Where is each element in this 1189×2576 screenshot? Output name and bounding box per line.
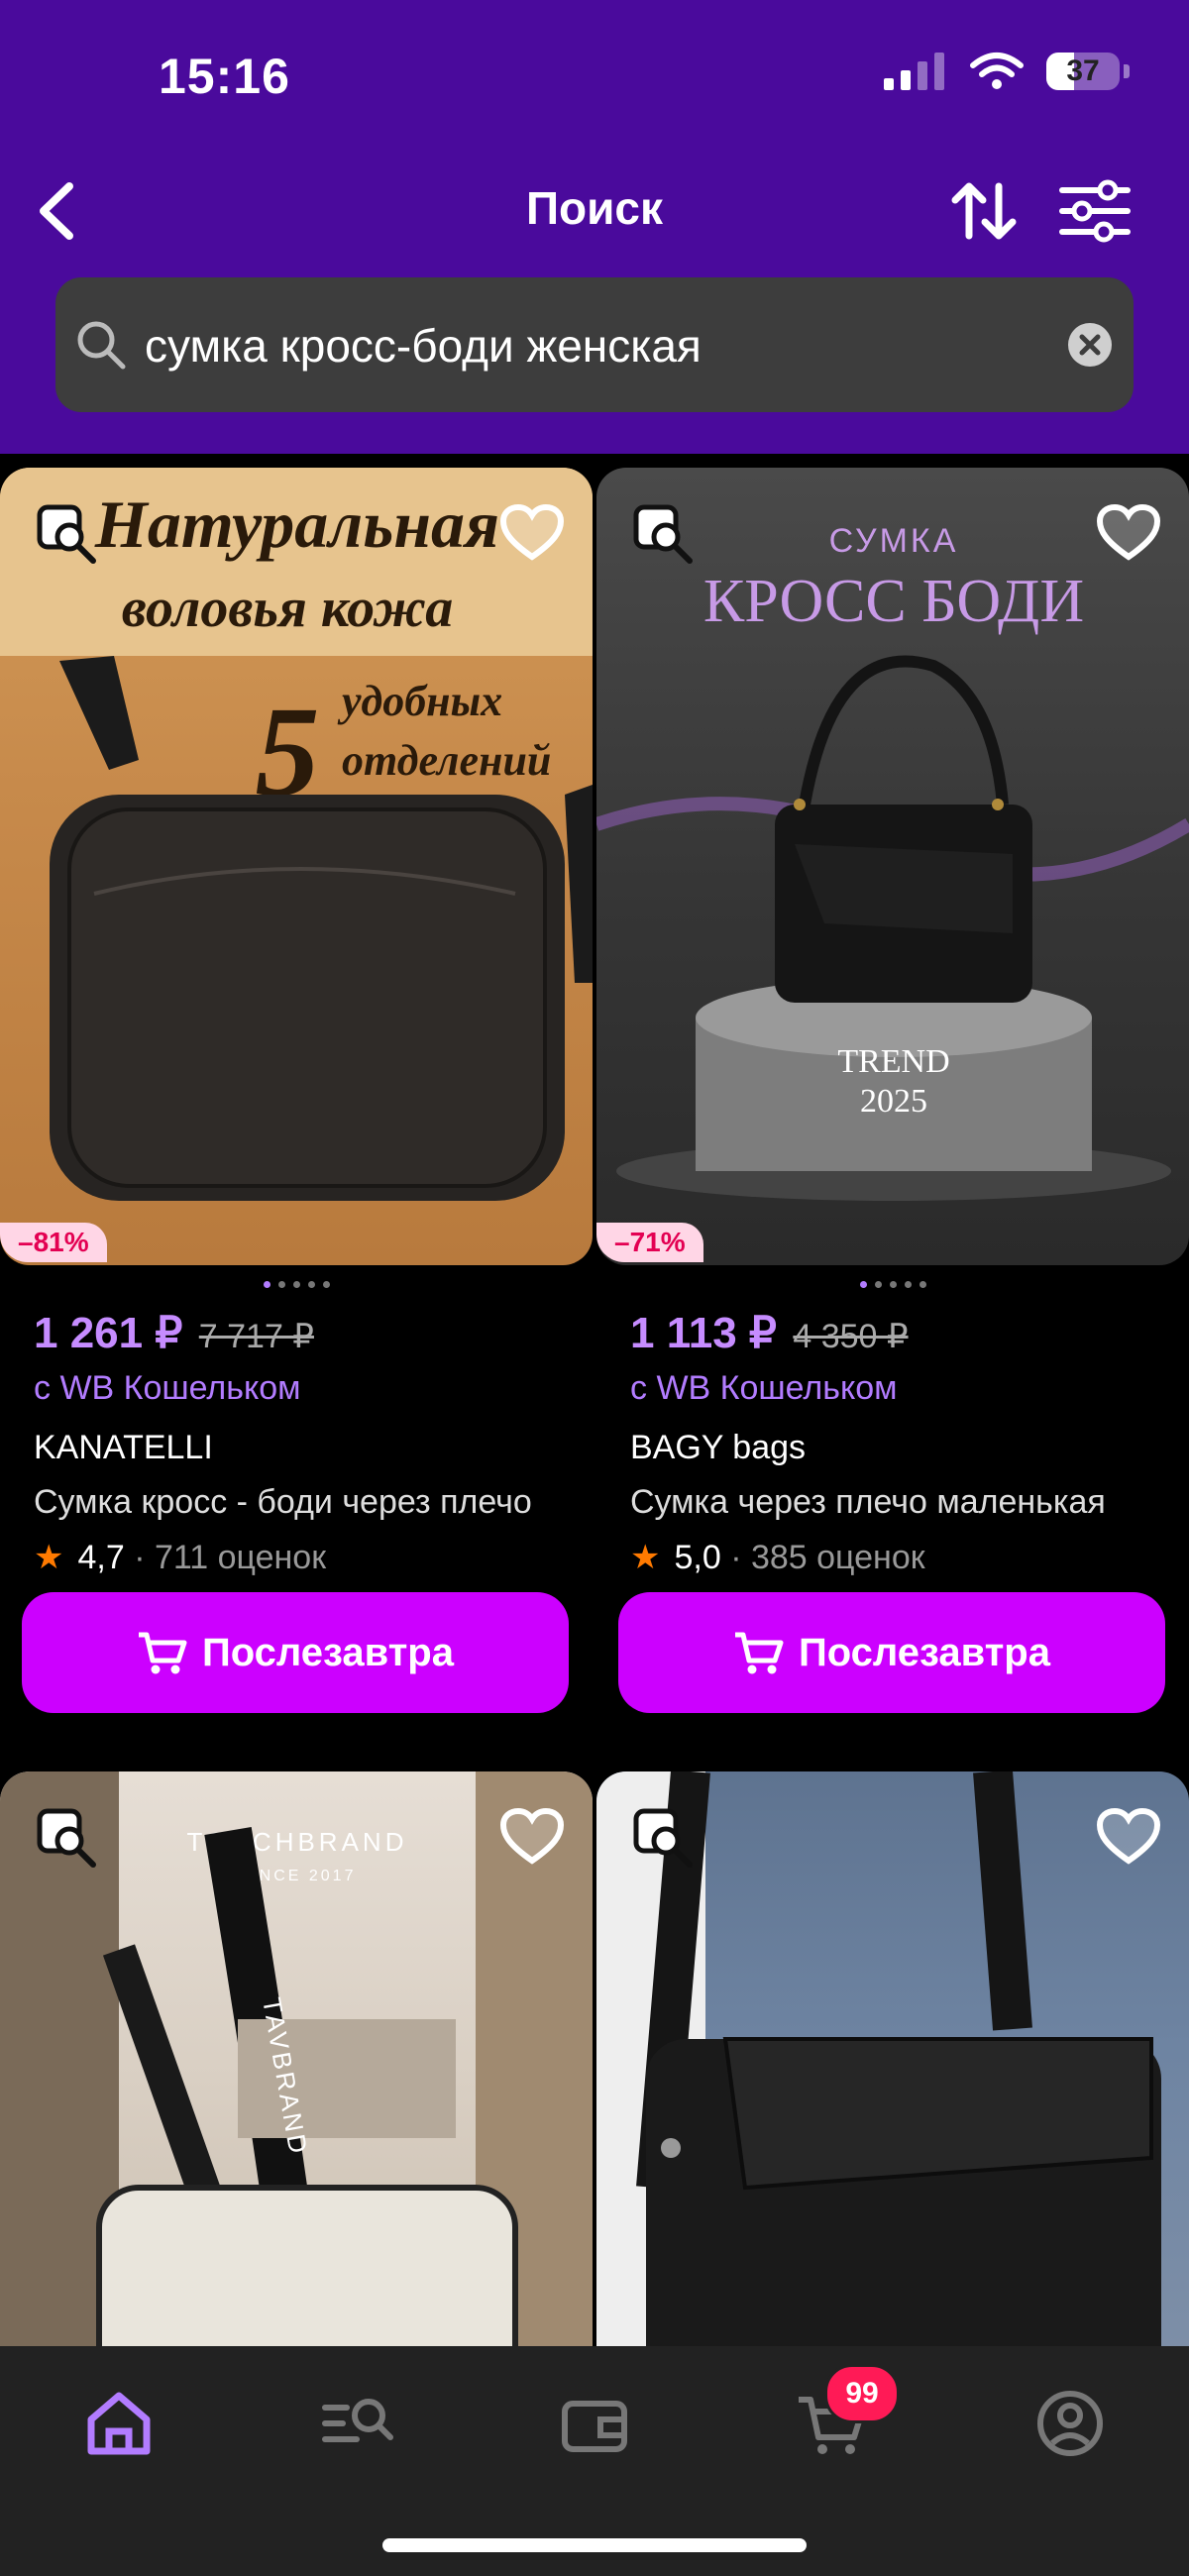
wallet-label: с WB Кошельком xyxy=(630,1369,898,1407)
cart-count-badge: 99 xyxy=(824,2364,900,2423)
review-count: · 385 оценок xyxy=(730,1539,925,1576)
wifi-icon xyxy=(970,53,1024,89)
sort-icon[interactable] xyxy=(949,176,1019,246)
wallet-icon[interactable] xyxy=(555,2384,634,2463)
product-card[interactable]: Натуральная воловья кожа 5 удобных отдел… xyxy=(0,468,593,1746)
product-image[interactable] xyxy=(596,1771,1189,2386)
product-image[interactable]: Натуральная воловья кожа 5 удобных отдел… xyxy=(0,468,593,1265)
image-search-icon[interactable] xyxy=(36,503,99,567)
svg-text:воловья кожа: воловья кожа xyxy=(122,578,454,639)
discount-badge: –71% xyxy=(596,1223,703,1262)
status-icons: 37 xyxy=(884,52,1130,91)
home-indicator xyxy=(382,2538,807,2552)
cart-icon xyxy=(735,1632,784,1674)
product-photo: Натуральная воловья кожа 5 удобных отдел… xyxy=(0,468,593,1201)
svg-text:отделений: отделений xyxy=(342,736,551,785)
search-input[interactable] xyxy=(143,277,1038,414)
product-name: Сумка через плечо маленькая xyxy=(630,1483,1106,1521)
heart-icon[interactable] xyxy=(1096,1807,1161,1867)
product-card[interactable]: TOUCHBRAND SINCE 2017 TAVBRAND xyxy=(0,1771,593,2386)
discount-badge: –81% xyxy=(0,1223,107,1262)
home-icon[interactable] xyxy=(79,2384,159,2463)
star-icon: ★ xyxy=(630,1539,661,1576)
svg-text:СУМКА: СУМКА xyxy=(829,522,959,560)
status-time: 15:16 xyxy=(159,49,290,104)
buy-label: Послезавтра xyxy=(799,1630,1050,1674)
search-bar[interactable] xyxy=(55,277,1134,414)
image-pager-dots xyxy=(596,1275,1189,1293)
product-photo: СУМКА КРОСС БОДИ TREND 2025 xyxy=(596,522,1189,1201)
catalog-search-icon[interactable] xyxy=(317,2384,396,2463)
svg-text:удобных: удобных xyxy=(337,677,502,725)
price-row: 1 113 ₽ 4 350 ₽ xyxy=(630,1308,909,1358)
clear-icon[interactable] xyxy=(1066,321,1114,369)
svg-text:2025: 2025 xyxy=(860,1083,927,1120)
profile-icon[interactable] xyxy=(1030,2384,1110,2463)
product-card[interactable]: СУМКА КРОСС БОДИ TREND 2025 –71% 1 113 ₽… xyxy=(596,468,1189,1746)
add-to-cart-button[interactable]: Послезавтра xyxy=(618,1592,1165,1713)
image-search-icon[interactable] xyxy=(632,503,696,567)
signal-icon xyxy=(884,53,944,90)
review-count: · 711 оценок xyxy=(134,1539,327,1576)
star-icon: ★ xyxy=(34,1539,64,1576)
product-image[interactable]: СУМКА КРОСС БОДИ TREND 2025 –71% xyxy=(596,468,1189,1265)
price-row: 1 261 ₽ 7 717 ₽ xyxy=(34,1308,314,1358)
battery-indicator: 37 xyxy=(1046,53,1120,90)
heart-icon[interactable] xyxy=(499,1807,565,1867)
heart-icon[interactable] xyxy=(1096,503,1161,563)
search-icon xyxy=(77,321,126,370)
buy-label: Послезавтра xyxy=(202,1630,454,1674)
product-name: Сумка кросс - боди через плечо xyxy=(34,1483,532,1521)
image-search-icon[interactable] xyxy=(36,1807,99,1871)
rating: ★ 5,0 · 385 оценок xyxy=(630,1539,925,1576)
price: 1 113 ₽ xyxy=(630,1309,777,1357)
add-to-cart-button[interactable]: Послезавтра xyxy=(22,1592,569,1713)
brand-name: KANATELLI xyxy=(34,1429,213,1466)
brand-name: BAGY bags xyxy=(630,1429,807,1466)
svg-text:КРОСС БОДИ: КРОСС БОДИ xyxy=(703,568,1084,635)
price: 1 261 ₽ xyxy=(34,1309,183,1357)
old-price: 7 717 ₽ xyxy=(198,1318,314,1355)
filter-icon[interactable] xyxy=(1058,176,1132,246)
product-card[interactable] xyxy=(596,1771,1189,2386)
rating: ★ 4,7 · 711 оценок xyxy=(34,1539,327,1576)
image-pager-dots xyxy=(0,1275,593,1293)
cart-icon xyxy=(139,1632,187,1674)
wallet-label: с WB Кошельком xyxy=(34,1369,301,1407)
svg-text:Натуральная: Натуральная xyxy=(94,486,499,562)
header: 15:16 37 Поиск xyxy=(0,0,1189,454)
heart-icon[interactable] xyxy=(499,503,565,563)
old-price: 4 350 ₽ xyxy=(793,1318,909,1355)
svg-text:TREND: TREND xyxy=(837,1043,949,1080)
image-search-icon[interactable] xyxy=(632,1807,696,1871)
product-image[interactable]: TOUCHBRAND SINCE 2017 TAVBRAND xyxy=(0,1771,593,2386)
